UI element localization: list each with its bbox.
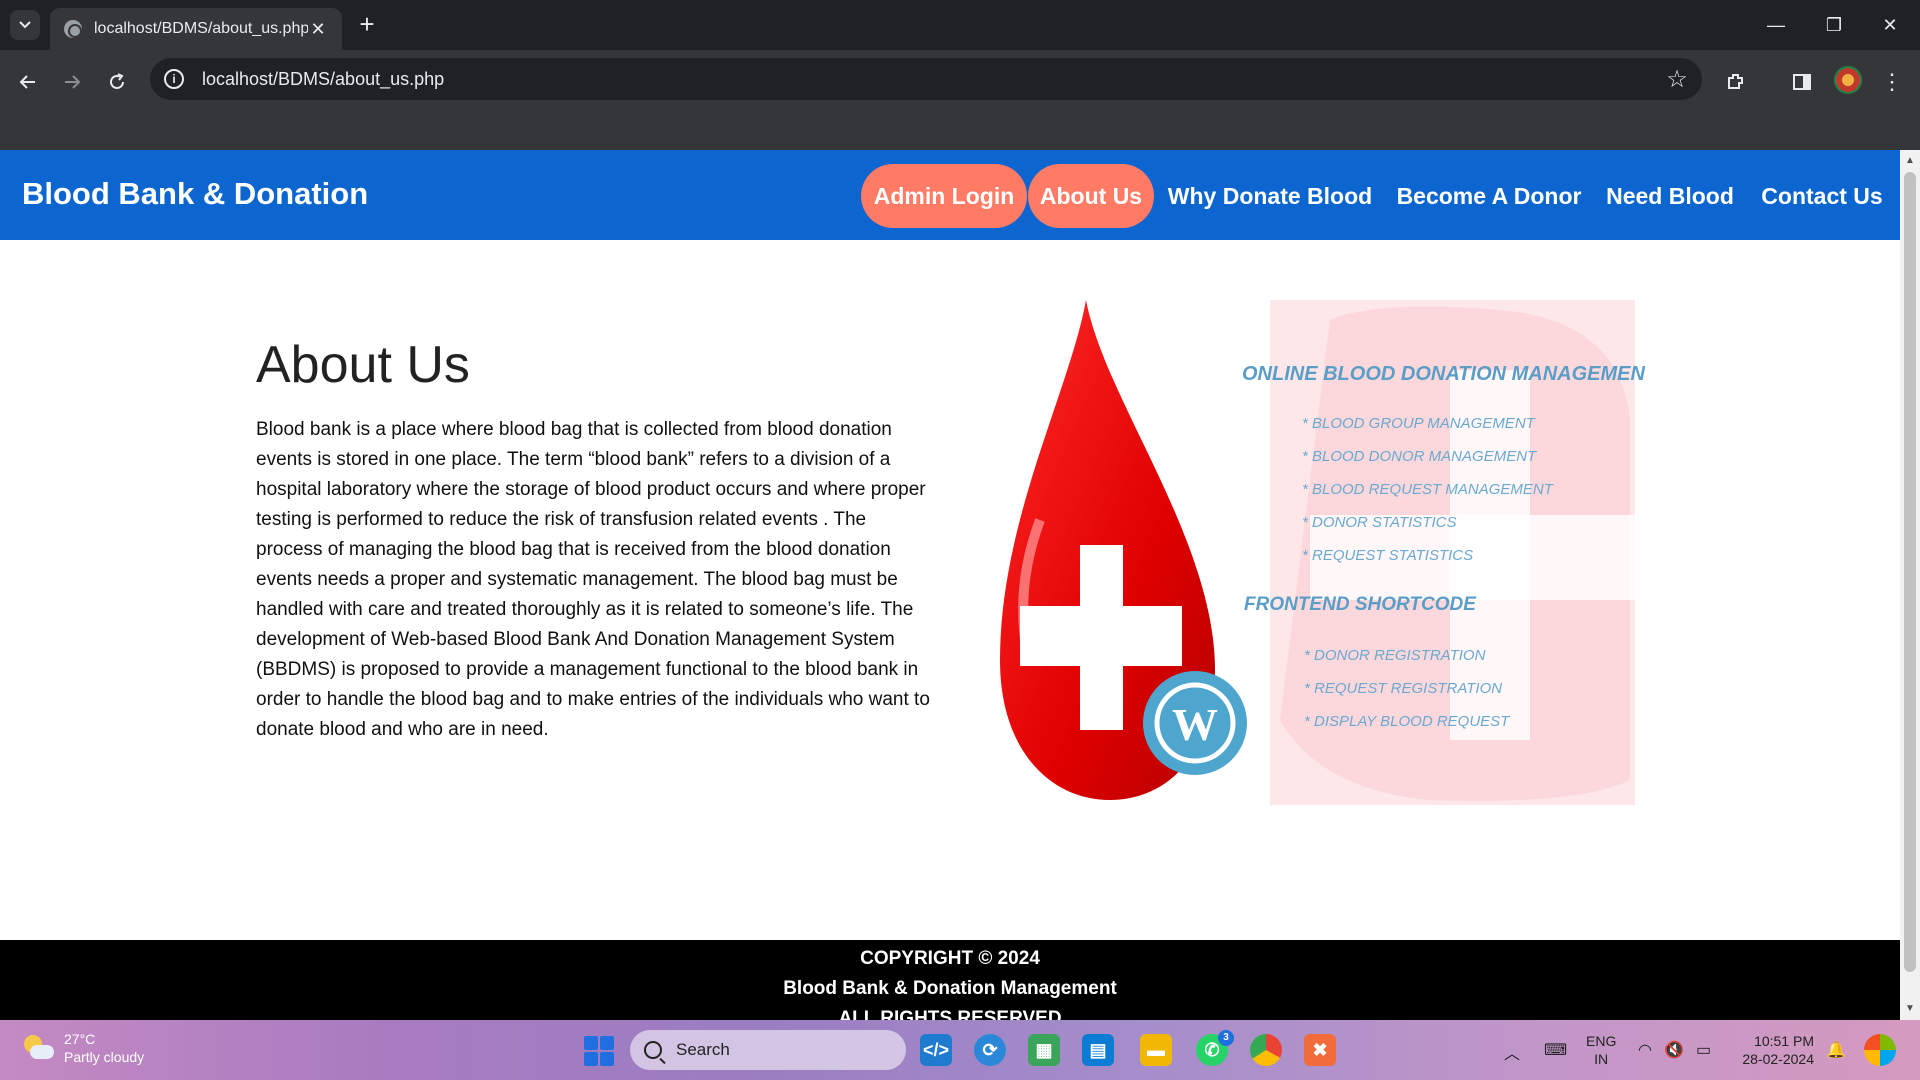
lang-region: IN xyxy=(1594,1051,1609,1067)
hero-subheading: FRONTEND SHORTCODE xyxy=(1244,594,1477,615)
restore-button[interactable]: ❐ xyxy=(1814,8,1854,42)
whatsapp-icon[interactable]: ✆ 3 xyxy=(1196,1030,1234,1066)
back-button[interactable] xyxy=(10,64,46,100)
hero-heading: ONLINE BLOOD DONATION MANAGEMENT SYSTEM xyxy=(1242,363,1645,385)
weather-widget[interactable]: 27°C Partly cloudy xyxy=(20,1030,144,1066)
globe-icon xyxy=(64,20,82,38)
hero-shortcode: * DISPLAY BLOOD REQUEST xyxy=(1304,713,1511,730)
scroll-down-arrow-icon[interactable]: ▼ xyxy=(1900,1000,1920,1018)
menu-kebab-icon[interactable]: ⋮ xyxy=(1876,66,1908,98)
blood-donation-hero-image: W ONLINE BLOOD DONATION MANAGEMENT SYSTE… xyxy=(1000,300,1645,805)
url-text[interactable]: localhost/BDMS/about_us.php xyxy=(202,69,1652,90)
address-bar[interactable]: i localhost/BDMS/about_us.php ☆ xyxy=(150,58,1702,100)
nav-need-blood[interactable]: Need Blood xyxy=(1594,164,1746,228)
hero-feature: * BLOOD REQUEST MANAGEMENT xyxy=(1302,481,1555,498)
close-tab-icon[interactable]: ✕ xyxy=(308,19,328,40)
microsoft-store-icon[interactable]: ▤ xyxy=(1082,1034,1114,1066)
new-tab-button[interactable]: + xyxy=(352,10,382,40)
notification-bell-icon[interactable]: 🔔 xyxy=(1826,1040,1846,1060)
xampp-icon[interactable]: ✖ xyxy=(1304,1034,1336,1066)
clock-date: 28-02-2024 xyxy=(1742,1051,1814,1067)
minimize-button[interactable]: — xyxy=(1756,8,1796,42)
tab-search-button[interactable] xyxy=(10,10,40,40)
weather-condition: Partly cloudy xyxy=(64,1049,145,1065)
site-navbar: Blood Bank & Donation Admin Login About … xyxy=(0,150,1900,240)
footer-copyright: COPYRIGHT © 2024 xyxy=(860,948,1040,969)
copilot-icon[interactable] xyxy=(1864,1034,1896,1066)
sync-app-icon[interactable]: ⟳ xyxy=(974,1034,1006,1066)
clock-time: 10:51 PM xyxy=(1754,1033,1814,1049)
speaker-muted-icon[interactable]: 🔇 xyxy=(1664,1040,1684,1060)
nav-become-a-donor[interactable]: Become A Donor xyxy=(1386,164,1592,228)
web-page: Blood Bank & Donation Admin Login About … xyxy=(0,150,1900,1020)
search-icon xyxy=(644,1041,662,1059)
extensions-icon[interactable] xyxy=(1720,66,1752,98)
forward-button[interactable] xyxy=(54,64,90,100)
apps-icon[interactable]: ▦ xyxy=(1028,1034,1060,1066)
hero-shortcode: * REQUEST REGISTRATION xyxy=(1304,680,1502,697)
tab-title: localhost/BDMS/about_us.php xyxy=(94,20,308,37)
scrollbar-thumb[interactable] xyxy=(1904,172,1916,972)
windows-taskbar: 27°C Partly cloudy Search </> ⟳ ▦ ▤ ▬ ✆ 3… xyxy=(0,1020,1920,1080)
hero-shortcode: * DONOR REGISTRATION xyxy=(1304,647,1486,664)
browser-tab[interactable]: localhost/BDMS/about_us.php ✕ xyxy=(50,8,342,50)
nav-about-us[interactable]: About Us xyxy=(1028,164,1154,228)
chevron-down-icon xyxy=(19,21,31,29)
keyboard-icon[interactable]: ⌨ xyxy=(1544,1040,1567,1060)
site-brand[interactable]: Blood Bank & Donation xyxy=(22,176,368,212)
nav-why-donate-blood[interactable]: Why Donate Blood xyxy=(1156,164,1384,228)
nav-contact-us[interactable]: Contact Us xyxy=(1748,164,1896,228)
about-paragraph: Blood bank is a place where blood bag th… xyxy=(256,419,930,740)
profile-avatar[interactable] xyxy=(1834,66,1862,94)
footer-rights: ALL RIGHTS RESERVED xyxy=(838,1008,1062,1020)
hero-feature: * REQUEST STATISTICS xyxy=(1302,547,1473,564)
lang-code: ENG xyxy=(1586,1033,1617,1049)
page-scrollbar[interactable]: ▲ ▼ xyxy=(1900,150,1920,1020)
hero-feature: * BLOOD DONOR MANAGEMENT xyxy=(1302,448,1538,465)
search-label: Search xyxy=(676,1040,730,1059)
partly-cloudy-icon xyxy=(20,1033,54,1063)
hero-feature: * DONOR STATISTICS xyxy=(1302,514,1456,531)
reload-icon xyxy=(110,73,124,89)
browser-tab-strip: localhost/BDMS/about_us.php ✕ + — ❐ ✕ xyxy=(0,0,1920,50)
battery-icon[interactable]: ▭ xyxy=(1696,1040,1711,1060)
side-panel-icon[interactable] xyxy=(1786,66,1818,98)
nav-admin-login[interactable]: Admin Login xyxy=(861,164,1027,228)
file-explorer-icon[interactable]: ▬ xyxy=(1140,1034,1172,1066)
language-indicator[interactable]: ENG IN xyxy=(1586,1032,1616,1068)
site-info-icon[interactable]: i xyxy=(164,69,184,89)
about-title: About Us xyxy=(256,336,470,394)
back-arrow-icon xyxy=(19,75,35,89)
notification-badge: 3 xyxy=(1218,1030,1234,1046)
wifi-icon[interactable]: ◠ xyxy=(1638,1040,1652,1060)
vscode-icon[interactable]: </> xyxy=(920,1034,952,1066)
svg-text:W: W xyxy=(1172,699,1218,750)
chrome-icon[interactable] xyxy=(1250,1034,1282,1066)
browser-toolbar: i localhost/BDMS/about_us.php ☆ ⋮ xyxy=(0,50,1920,150)
footer-org-name: Blood Bank & Donation Management xyxy=(783,978,1117,999)
weather-temp: 27°C xyxy=(64,1031,96,1047)
show-hidden-icons-chevron-icon[interactable]: ︿ xyxy=(1504,1040,1520,1064)
scroll-up-arrow-icon[interactable]: ▲ xyxy=(1900,152,1920,170)
forward-arrow-icon xyxy=(65,75,81,89)
windows-start-icon[interactable] xyxy=(584,1036,614,1066)
bookmark-star-icon[interactable]: ☆ xyxy=(1652,65,1702,94)
taskbar-search[interactable]: Search xyxy=(630,1030,906,1070)
reload-button[interactable] xyxy=(99,64,135,100)
site-footer: COPYRIGHT © 2024 Blood Bank & Donation M… xyxy=(0,940,1900,1020)
close-window-button[interactable]: ✕ xyxy=(1870,8,1910,42)
taskbar-clock[interactable]: 10:51 PM 28-02-2024 xyxy=(1742,1032,1814,1068)
hero-feature: * BLOOD GROUP MANAGEMENT xyxy=(1302,415,1537,432)
